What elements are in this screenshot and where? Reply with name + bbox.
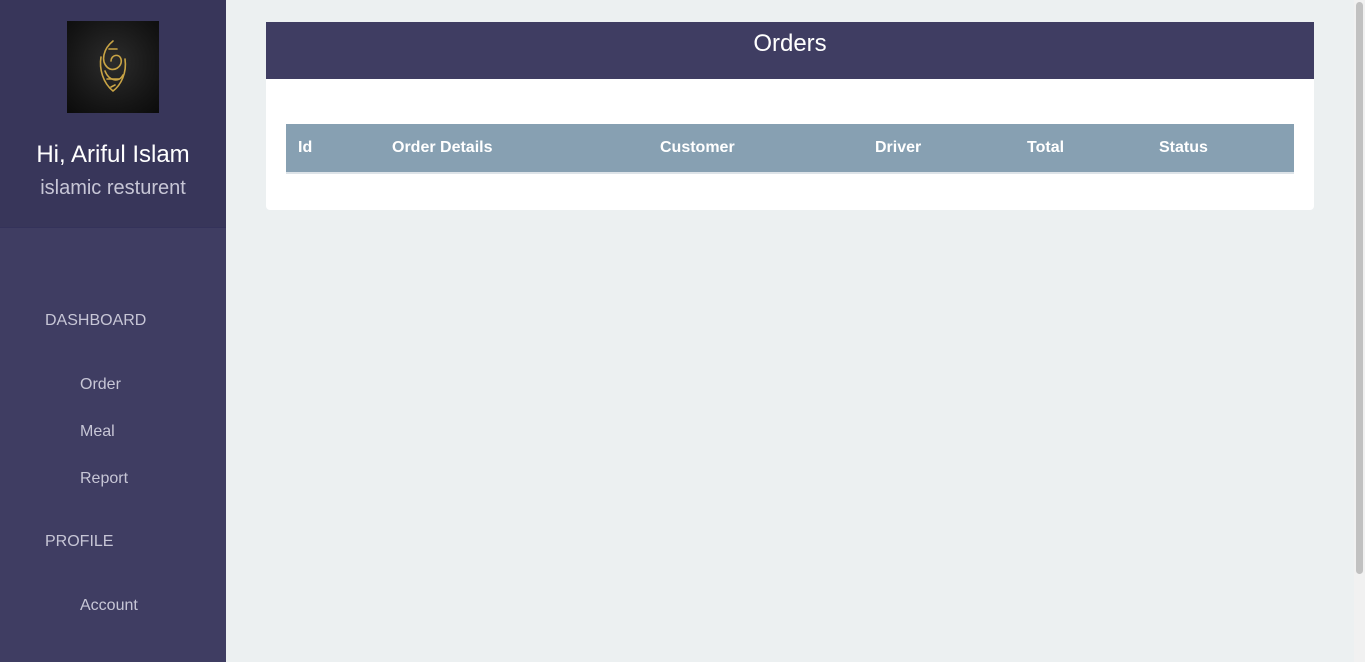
page-scrollbar[interactable] <box>1354 0 1365 662</box>
orders-table: Id Order Details Customer Driver Total S… <box>286 124 1294 174</box>
greeting-text: Hi, Ariful Islam <box>36 141 190 168</box>
nav-item-order[interactable]: Order <box>80 376 121 394</box>
column-header-customer: Customer <box>660 139 735 156</box>
column-header-order-details: Order Details <box>392 139 493 156</box>
table-header-row: Id Order Details Customer Driver Total S… <box>286 124 1294 173</box>
column-header-id: Id <box>298 139 313 156</box>
column-header-driver: Driver <box>875 139 922 156</box>
restaurant-name: islamic resturent <box>40 177 186 199</box>
sidebar: Hi, Ariful Islam islamic resturent DASHB… <box>0 0 226 662</box>
orders-panel: Id Order Details Customer Driver Total S… <box>266 79 1314 210</box>
nav-item-report[interactable]: Report <box>80 470 128 488</box>
profile-block: Hi, Ariful Islam islamic resturent <box>0 0 226 228</box>
restaurant-logo <box>67 21 159 113</box>
main-content: Orders Id Order Details Customer Driver … <box>226 0 1354 662</box>
nav-item-account[interactable]: Account <box>80 597 138 615</box>
scrollbar-thumb[interactable] <box>1356 2 1363 574</box>
column-header-status: Status <box>1159 139 1208 156</box>
nav-item-meal[interactable]: Meal <box>80 423 115 441</box>
section-profile: PROFILE <box>45 533 114 550</box>
arabic-calligraphy-logo-icon <box>99 40 127 93</box>
column-header-total: Total <box>1027 139 1065 156</box>
section-dashboard: DASHBOARD <box>45 312 147 329</box>
page-title: Orders <box>266 22 1314 79</box>
